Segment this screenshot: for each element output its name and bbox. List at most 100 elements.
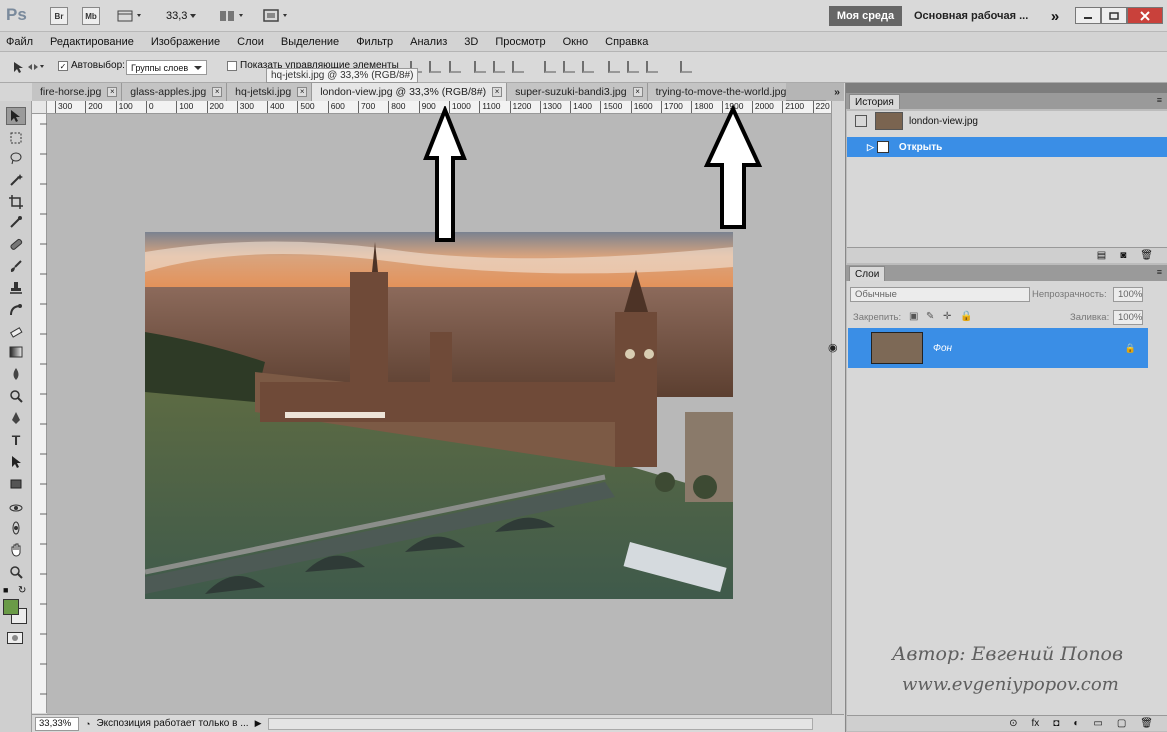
arrange-documents-button[interactable]: [218, 7, 248, 25]
marquee-tool-button[interactable]: [6, 129, 26, 147]
show-controls-checkbox[interactable]: [227, 60, 237, 71]
tool-preset-picker[interactable]: [12, 60, 46, 74]
blend-mode-select[interactable]: Обычные: [850, 287, 1030, 302]
lock-transparency-icon[interactable]: ▣: [909, 311, 918, 322]
magic-wand-tool-button[interactable]: [6, 171, 26, 189]
align-hcenter-icon[interactable]: [493, 61, 505, 73]
quick-mask-button[interactable]: [7, 632, 23, 644]
dock-collapse-bar[interactable]: [846, 83, 1167, 93]
adjustment-layer-icon[interactable]: ◐: [1073, 718, 1079, 729]
status-info-text[interactable]: Экспозиция работает только в ...: [96, 718, 248, 729]
menu-select[interactable]: Выделение: [281, 36, 339, 48]
workspace-essentials-button[interactable]: Основная рабочая ...: [914, 10, 1028, 22]
view-extras-button[interactable]: [116, 7, 146, 25]
swap-colors-icon[interactable]: ↻: [18, 585, 26, 596]
menu-layers[interactable]: Слои: [237, 36, 264, 48]
menu-analysis[interactable]: Анализ: [410, 36, 447, 48]
menu-image[interactable]: Изображение: [151, 36, 220, 48]
align-vcenter-icon[interactable]: [429, 61, 441, 73]
brush-tool-button[interactable]: [6, 257, 26, 275]
menu-3d[interactable]: 3D: [464, 36, 478, 48]
document-canvas[interactable]: [47, 104, 831, 714]
3d-orbit-tool-button[interactable]: [6, 519, 26, 537]
align-bottom-icon[interactable]: [449, 61, 461, 73]
canvas-vertical-scrollbar[interactable]: [831, 101, 844, 714]
menu-view[interactable]: Просмотр: [495, 36, 545, 48]
distribute-bottom-icon[interactable]: [582, 61, 594, 73]
opacity-field[interactable]: 100%: [1113, 287, 1143, 302]
new-group-icon[interactable]: ▭: [1093, 718, 1102, 729]
canvas-horizontal-scrollbar[interactable]: [267, 717, 813, 730]
shape-tool-button[interactable]: [6, 475, 26, 493]
tab-glass-apples[interactable]: glass-apples.jpg ×: [122, 83, 228, 101]
panel-menu-icon[interactable]: ≡: [1157, 267, 1162, 277]
close-tab-icon[interactable]: ×: [212, 87, 223, 97]
history-brush-tool-button[interactable]: [6, 301, 26, 319]
tab-trying-to-move[interactable]: trying-to-move-the-world.jpg: [647, 83, 786, 101]
info-icon[interactable]: ◔: [85, 719, 90, 729]
3d-rotate-tool-button[interactable]: [6, 499, 26, 517]
snapshot-brush-icon[interactable]: [855, 115, 867, 127]
layer-visibility-eye-icon[interactable]: ◉: [828, 341, 838, 354]
history-tab[interactable]: История: [849, 94, 900, 109]
gradient-tool-button[interactable]: [6, 343, 26, 361]
move-tool-button[interactable]: [6, 107, 26, 125]
close-tab-icon[interactable]: ×: [492, 87, 503, 97]
fill-field[interactable]: 100%: [1113, 310, 1143, 325]
crop-tool-button[interactable]: [6, 193, 26, 211]
close-tab-icon[interactable]: ×: [297, 87, 308, 97]
new-document-from-state-icon[interactable]: ▤: [1097, 250, 1106, 261]
close-tab-icon[interactable]: ×: [107, 87, 118, 97]
panel-menu-icon[interactable]: ≡: [1157, 95, 1162, 105]
path-selection-tool-button[interactable]: [6, 453, 26, 471]
foreground-color-swatch[interactable]: [3, 599, 19, 615]
menu-window[interactable]: Окно: [563, 36, 589, 48]
history-step[interactable]: ▷ Открыть: [847, 137, 1167, 157]
pen-tool-button[interactable]: [6, 409, 26, 427]
lock-all-icon[interactable]: 🔒: [960, 311, 972, 322]
autoselect-option[interactable]: ✓ Автовыбор:: [58, 60, 125, 71]
tab-super-suzuki[interactable]: super-suzuki-bandi3.jpg ×: [507, 83, 648, 101]
distribute-right-icon[interactable]: [646, 61, 658, 73]
zoom-field[interactable]: 33,33%: [35, 716, 79, 731]
distribute-hcenter-icon[interactable]: [627, 61, 639, 73]
maximize-button[interactable]: [1101, 7, 1127, 24]
align-left-icon[interactable]: [474, 61, 486, 73]
close-window-button[interactable]: [1127, 7, 1163, 24]
menu-filter[interactable]: Фильтр: [356, 36, 393, 48]
zoom-level-select[interactable]: 33,3: [166, 7, 199, 25]
workspace-my-button[interactable]: Моя среда: [829, 6, 902, 26]
status-menu-arrow-icon[interactable]: ▶: [255, 718, 262, 729]
delete-state-icon[interactable]: 🗑: [1140, 250, 1153, 261]
bridge-button[interactable]: Br: [50, 7, 68, 25]
minimize-button[interactable]: [1075, 7, 1101, 24]
link-layers-icon[interactable]: ⊙: [1009, 718, 1017, 729]
more-tabs-button[interactable]: »: [826, 83, 844, 101]
layer-name[interactable]: Фон: [933, 343, 952, 354]
lock-position-icon[interactable]: ✛: [943, 311, 951, 322]
eyedropper-tool-button[interactable]: [6, 213, 26, 231]
tab-fire-horse[interactable]: fire-horse.jpg ×: [32, 83, 123, 101]
add-mask-icon[interactable]: ◘: [1053, 718, 1059, 729]
lock-pixels-icon[interactable]: ✎: [926, 311, 934, 322]
distribute-top-icon[interactable]: [544, 61, 556, 73]
mini-bridge-button[interactable]: Mb: [82, 7, 100, 25]
auto-align-layers-icon[interactable]: [680, 61, 692, 73]
tab-hq-jetski[interactable]: hq-jetski.jpg ×: [227, 83, 313, 101]
zoom-tool-button[interactable]: [6, 563, 26, 581]
layer-style-icon[interactable]: fx: [1032, 718, 1040, 729]
menu-help[interactable]: Справка: [605, 36, 648, 48]
eraser-tool-button[interactable]: [6, 323, 26, 341]
new-layer-icon[interactable]: ▢: [1117, 718, 1126, 729]
healing-brush-tool-button[interactable]: [6, 235, 26, 253]
layer-row-background[interactable]: ◉ Фон 🔒: [828, 328, 1148, 368]
layers-tab[interactable]: Слои: [849, 266, 886, 281]
clone-stamp-tool-button[interactable]: [6, 279, 26, 297]
align-right-icon[interactable]: [512, 61, 524, 73]
menu-file[interactable]: Файл: [6, 36, 33, 48]
vertical-ruler[interactable]: [32, 114, 47, 713]
type-tool-button[interactable]: T: [6, 431, 26, 449]
distribute-vcenter-icon[interactable]: [563, 61, 575, 73]
distribute-left-icon[interactable]: [608, 61, 620, 73]
hand-tool-button[interactable]: [6, 541, 26, 559]
